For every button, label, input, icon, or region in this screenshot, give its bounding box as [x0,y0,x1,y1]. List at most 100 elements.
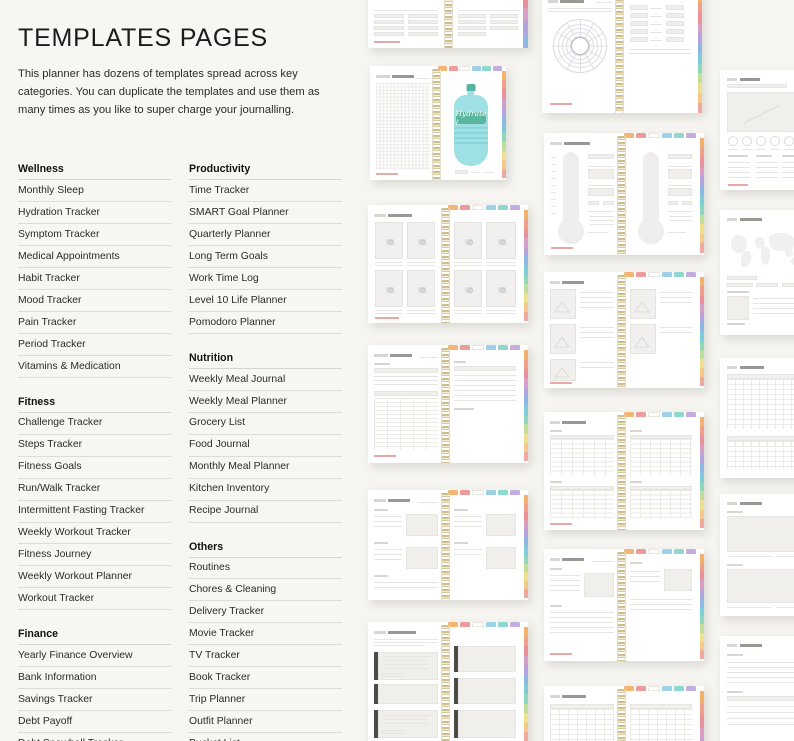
list-item[interactable]: Chores & Cleaning [189,579,342,602]
list-item[interactable]: Fitness Goals [18,457,171,479]
list-item[interactable]: Habit Tracker [18,268,171,291]
list-item[interactable]: Workout Tracker [18,588,171,611]
preview-fitness-journey-spread[interactable] [544,272,704,388]
list-item[interactable]: Challenge Tracker [18,413,171,435]
list-item[interactable]: Work Time Log [189,268,342,291]
list-item[interactable]: Level 10 Life Planner [189,290,342,313]
category-list-nutrition: Weekly Meal Journal Weekly Meal Planner … [189,369,342,523]
preview-savings-thermometer-spread[interactable] [544,133,704,255]
list-item[interactable]: Debt Payoff [18,711,171,734]
index-tabs [699,138,704,253]
preview-trip-planner-map-page[interactable] [720,210,794,335]
preview-level-10-life-spread[interactable] [542,0,702,113]
list-item[interactable]: Steps Tracker [18,435,171,457]
list-item[interactable]: Savings Tracker [18,689,171,712]
list-item[interactable]: Vitamins & Medication [18,356,171,378]
list-item[interactable]: Mood Tracker [18,290,171,313]
list-item[interactable]: Trip Planner [189,689,342,712]
category-block-others: Others Routines Chores & Cleaning Delive… [189,541,342,741]
spiral-binding [615,0,624,113]
list-item[interactable]: Routines [189,558,342,580]
list-item[interactable]: Food Journal [189,435,342,457]
list-item[interactable]: Pomodoro Planner [189,312,342,334]
photo-placeholder [407,222,435,259]
mountain-photo-icon [634,301,650,313]
list-item[interactable]: SMART Goal Planner [189,202,342,225]
line-chart-icon [743,104,781,124]
list-item[interactable]: Medical Appointments [18,246,171,269]
list-item[interactable]: Pain Tracker [18,312,171,334]
category-heading-wellness: Wellness [18,163,171,181]
preview-outfit-planner-spread[interactable] [368,205,528,323]
mountain-photo-icon [554,336,570,348]
list-item[interactable]: Period Tracker [18,334,171,356]
spiral-binding [432,69,441,180]
intro-paragraph: This planner has dozens of templates spr… [18,68,320,117]
list-item[interactable]: Weekly Workout Planner [18,566,171,589]
category-list-wellness: Monthly Sleep Hydration Tracker Symptom … [18,180,171,378]
category-list-productivity: Time Tracker SMART Goal Planner Quarterl… [189,180,342,334]
photo-placeholder [550,324,576,354]
list-item[interactable]: Time Tracker [189,180,342,203]
savings-thermometer-illustration [558,152,584,244]
mountain-photo-icon [634,336,650,348]
list-item[interactable]: Kitchen Inventory [189,479,342,501]
spiral-binding [617,415,626,530]
preview-tracker-page[interactable] [720,636,794,741]
list-item[interactable]: Run/Walk Tracker [18,479,171,501]
preview-weekly-meal-planner-spread[interactable] [368,490,528,600]
list-item[interactable]: Fitness Journey [18,544,171,567]
preview-notes-page[interactable] [720,494,794,616]
spiral-binding [441,348,450,463]
preview-monthly-finance-spread[interactable] [544,412,704,530]
photo-placeholder [486,222,516,259]
preview-bank-information-spread[interactable] [368,0,528,48]
list-item[interactable]: Delivery Tracker [189,601,342,624]
photo-placeholder [375,270,403,307]
list-item[interactable]: Weekly Meal Planner [189,391,342,413]
spiral-binding [441,493,450,600]
life-wheel-chart [553,19,608,73]
spiral-binding [441,208,450,323]
list-item[interactable]: Weekly Workout Tracker [18,523,171,545]
list-item[interactable]: Intermittent Fasting Tracker [18,501,171,523]
category-block-nutrition: Nutrition Weekly Meal Journal Weekly Mea… [189,352,342,523]
list-item[interactable]: Outfit Planner [189,711,342,734]
category-tabs [448,490,521,495]
bottle-body: Hydrate ! [454,94,488,166]
preview-habit-tracker-page[interactable] [720,70,794,190]
list-item[interactable]: Recipe Journal [189,501,342,523]
bottle-label: Hydrate ! [455,109,486,127]
preview-recipe-journal-spread[interactable] [544,549,704,661]
page-title: TEMPLATES PAGES [18,24,269,52]
list-item[interactable]: Bank Information [18,667,171,690]
preview-finance-tracker-spread[interactable] [368,345,528,463]
spiral-binding [617,689,626,741]
list-item[interactable]: Bucket List [189,733,342,741]
list-item[interactable]: Debt Snowball Tracker [18,733,171,741]
list-item[interactable]: Grocery List [189,413,342,435]
list-item[interactable]: TV Tracker [189,645,342,668]
list-item[interactable]: Long Term Goals [189,246,342,269]
list-item[interactable]: Symptom Tracker [18,224,171,247]
list-item[interactable]: Weekly Meal Journal [189,369,342,391]
index-tabs [523,627,528,741]
preview-book-tracker-page[interactable] [720,358,794,478]
list-item[interactable]: Monthly Sleep [18,180,171,203]
preview-chores-cleaning-spread[interactable] [544,686,704,741]
list-item[interactable]: Hydration Tracker [18,202,171,225]
preview-goal-planner-spread[interactable] [368,622,528,741]
preview-hydration-tracker-spread[interactable]: Hydrate ! [370,66,506,180]
list-item[interactable]: Book Tracker [189,667,342,690]
list-item[interactable]: Yearly Finance Overview [18,645,171,668]
list-item[interactable]: Movie Tracker [189,623,342,646]
category-block-fitness: Fitness Challenge Tracker Steps Tracker … [18,396,171,611]
photo-placeholder [454,222,482,259]
category-tabs [624,133,697,138]
list-item[interactable]: Quarterly Planner [189,224,342,247]
index-tabs [699,277,704,386]
photo-placeholder [550,289,576,319]
index-tabs [699,417,704,528]
list-item[interactable]: Monthly Meal Planner [189,457,342,479]
index-tabs [523,350,528,461]
